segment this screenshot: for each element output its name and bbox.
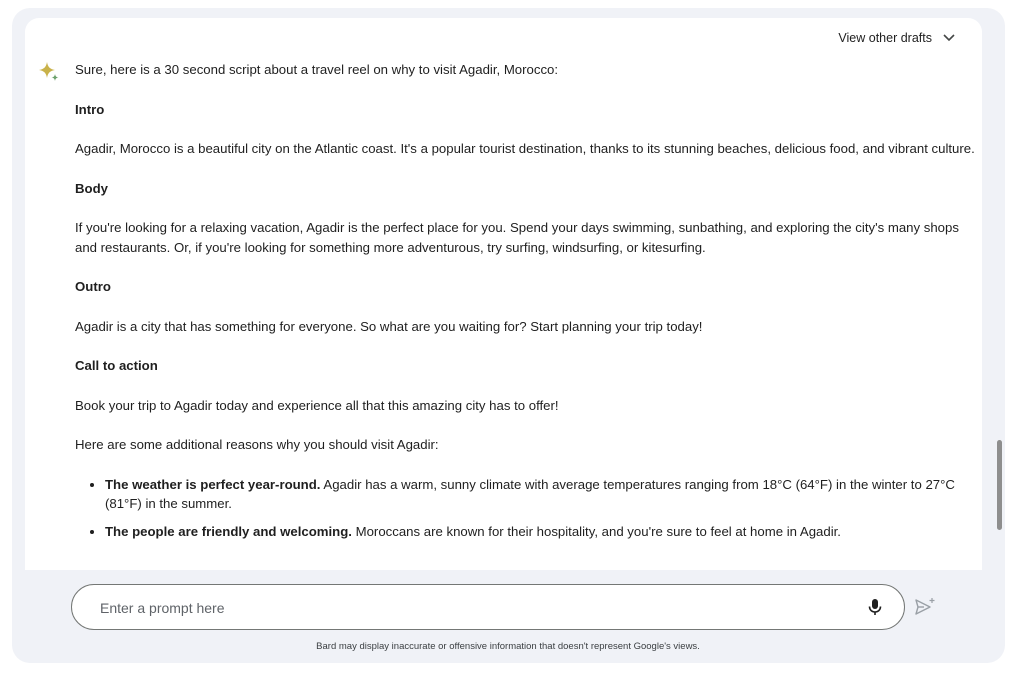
chevron-down-icon <box>943 34 955 42</box>
view-drafts-button[interactable]: View other drafts <box>838 31 956 45</box>
response-intro: Sure, here is a 30 second script about a… <box>75 62 559 77</box>
view-drafts-label: View other drafts <box>838 31 932 45</box>
response-card: View other drafts Sure, here is a 30 sec… <box>25 18 982 570</box>
section-heading-intro: Intro <box>75 101 105 117</box>
section-text-intro: Agadir, Morocco is a beautiful city on t… <box>75 141 975 156</box>
send-icon[interactable] <box>914 597 936 617</box>
list-item: The people are friendly and welcoming. M… <box>105 522 975 542</box>
scrollbar-thumb[interactable] <box>997 440 1002 530</box>
prompt-box <box>71 584 905 630</box>
section-heading-body: Body <box>75 180 108 196</box>
section-heading-call-to-action: Call to action <box>75 358 158 373</box>
reasons-intro: Here are some additional reasons why you… <box>75 437 439 452</box>
sparkle-icon <box>39 62 59 81</box>
bullet-bold: The weather is perfect year-round. <box>105 476 321 492</box>
response-content: Sure, here is a 30 second script about a… <box>75 60 975 541</box>
bullet-text: Moroccans are known for their hospitalit… <box>351 523 841 539</box>
mic-icon <box>868 599 882 615</box>
section-text-call-to-action: Book your trip to Agadir today and exper… <box>75 397 559 413</box>
section-heading-outro: Outro <box>75 279 111 294</box>
section-text-body: If you're looking for a relaxing vacatio… <box>75 220 959 255</box>
bullet-bold: The people are friendly and welcoming. <box>105 523 352 539</box>
section-text-outro: Agadir is a city that has something for … <box>75 318 703 334</box>
mic-button[interactable] <box>864 596 886 618</box>
disclaimer-text: Bard may display inaccurate or offensive… <box>316 641 700 652</box>
list-item: The weather is perfect year-round. Agadi… <box>105 475 975 514</box>
prompt-input[interactable] <box>98 597 842 619</box>
reasons-list: The weather is perfect year-round. Agadi… <box>75 475 975 542</box>
